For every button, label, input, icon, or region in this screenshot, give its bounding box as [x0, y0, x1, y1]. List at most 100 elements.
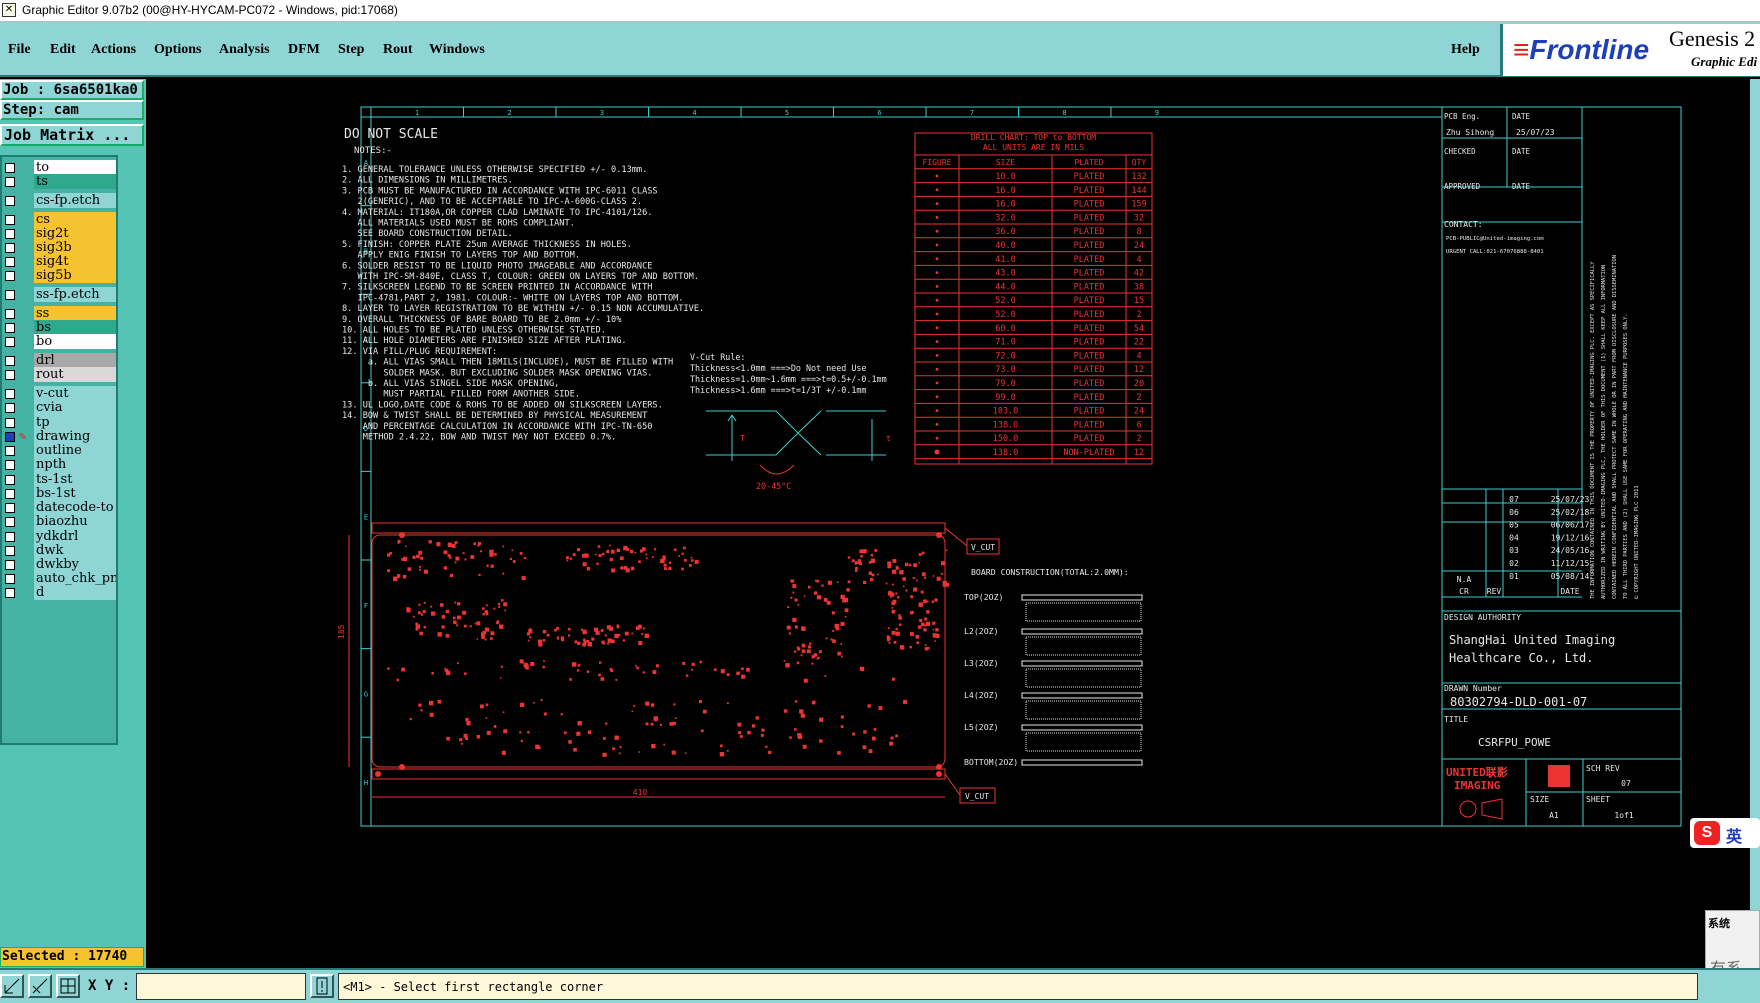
layer-name[interactable]: bo	[34, 334, 116, 349]
layer-checkbox[interactable]	[5, 517, 15, 527]
menu-edit[interactable]: Edit	[50, 42, 76, 58]
menu-dfm[interactable]: DFM	[288, 42, 320, 58]
layer-name[interactable]: bs-1st	[34, 486, 116, 501]
layer-name[interactable]: tp	[34, 415, 116, 430]
pad	[638, 751, 641, 753]
layer-name[interactable]: sig2t	[34, 226, 116, 241]
layer-name[interactable]: rout	[34, 367, 116, 382]
layer-checkbox[interactable]	[5, 337, 15, 347]
pad	[576, 731, 581, 736]
menu-options[interactable]: Options	[154, 42, 201, 58]
grid-tool-icon[interactable]	[56, 974, 80, 998]
layer-checkbox[interactable]	[5, 290, 15, 300]
layer-checkbox[interactable]	[5, 257, 15, 267]
layer-name[interactable]: drl	[34, 353, 116, 368]
layer-name[interactable]: cvia	[34, 400, 116, 415]
layer-checkbox[interactable]	[5, 177, 15, 187]
alert-icon[interactable]	[310, 974, 334, 998]
layer-name[interactable]: drawing	[34, 429, 116, 444]
job-matrix-button[interactable]: Job Matrix ...	[0, 124, 144, 146]
pad	[842, 598, 846, 603]
layer-name[interactable]: dwk	[34, 543, 116, 558]
layer-checkbox[interactable]	[5, 356, 15, 366]
pad	[574, 640, 578, 644]
layer-checkbox[interactable]	[5, 163, 15, 173]
layer-name[interactable]: cs	[34, 212, 116, 227]
layer-checkbox[interactable]	[5, 503, 15, 513]
layer-name[interactable]: ss-fp.etch	[34, 287, 116, 302]
layer-name[interactable]: biaozhu	[34, 514, 116, 529]
layer-checkbox[interactable]	[5, 309, 15, 319]
layer-name[interactable]: npth	[34, 457, 116, 472]
measure-tool-icon[interactable]	[28, 974, 52, 998]
layer-name[interactable]: ydkdrl	[34, 529, 116, 544]
layer-checkbox[interactable]	[5, 389, 15, 399]
tb-drawn-label: DRAWN Number	[1444, 684, 1502, 693]
layer-name[interactable]: datecode-to	[34, 500, 116, 515]
layer-checkbox[interactable]	[5, 460, 15, 470]
layer-name[interactable]: auto_chk_pn	[34, 571, 116, 586]
layer-name[interactable]: v-cut	[34, 386, 116, 401]
layer-name[interactable]: outline	[34, 443, 116, 458]
menu-rout[interactable]: Rout	[383, 42, 413, 58]
layer-name[interactable]: ts	[34, 174, 116, 189]
layer-checkbox[interactable]	[5, 403, 15, 413]
layer-checkbox[interactable]	[5, 489, 15, 499]
layer-name[interactable]: bs	[34, 320, 116, 335]
menu-file[interactable]: File	[8, 42, 31, 58]
menu-windows[interactable]: Windows	[429, 42, 485, 58]
layer-checkbox[interactable]	[5, 229, 15, 239]
drill-cell: PLATED	[1074, 213, 1105, 223]
layer-checkbox[interactable]	[5, 532, 15, 542]
ime-indicator[interactable]: S 英	[1690, 818, 1760, 848]
layer-checkbox[interactable]	[5, 432, 15, 442]
layer-row-cs-fp.etch[interactable]: cs-fp.etch	[2, 193, 118, 209]
layer-name[interactable]: sig3b	[34, 240, 116, 255]
graphic-canvas[interactable]: 123456789 ABCDEFGH DO NOT SCALE NOTES:- 1.…	[146, 79, 1750, 968]
drill-cell: PLATED	[1074, 338, 1105, 348]
layer-row-ts[interactable]: ts	[2, 174, 118, 190]
layer-checkbox[interactable]	[5, 215, 15, 225]
layer-row-bo[interactable]: bo	[2, 334, 118, 350]
layer-row-ss-fp.etch[interactable]: ss-fp.etch	[2, 287, 118, 303]
layer-checkbox[interactable]	[5, 196, 15, 206]
layer-checkbox[interactable]	[5, 323, 15, 333]
menu-actions[interactable]: Actions	[91, 42, 136, 58]
layer-checkbox[interactable]	[5, 243, 15, 253]
layer-checkbox[interactable]	[5, 446, 15, 456]
menu-step[interactable]: Step	[338, 42, 364, 58]
layer-checkbox[interactable]	[5, 574, 15, 584]
layer-name[interactable]: cs-fp.etch	[34, 193, 116, 208]
layer-row-npth[interactable]: npth	[2, 457, 118, 473]
drill-cell: 138.0	[993, 420, 1019, 430]
pad	[607, 642, 610, 645]
xy-coordinate-input[interactable]	[136, 973, 306, 1000]
layer-row-sig5b[interactable]: sig5b	[2, 268, 118, 284]
menu-analysis[interactable]: Analysis	[219, 42, 270, 58]
pad	[619, 746, 622, 749]
zoom-tool-icon[interactable]	[0, 974, 24, 998]
layer-name[interactable]: ts-1st	[34, 472, 116, 487]
layer-checkbox[interactable]	[5, 546, 15, 556]
layer-checkbox[interactable]	[5, 271, 15, 281]
layer-checkbox[interactable]	[5, 370, 15, 380]
layer-name[interactable]: dwkby	[34, 557, 116, 572]
layer-row-biaozhu[interactable]: biaozhu	[2, 514, 118, 530]
tb-size: A1	[1549, 811, 1559, 820]
layer-checkbox[interactable]	[5, 418, 15, 428]
drill-figure	[935, 381, 939, 385]
layer-checkbox[interactable]	[5, 560, 15, 570]
layer-row-rout[interactable]: rout	[2, 367, 118, 383]
layer-row-cvia[interactable]: cvia	[2, 400, 118, 416]
layer-name[interactable]: sig5b	[34, 268, 116, 283]
layer-name[interactable]: to	[34, 160, 116, 175]
layer-name[interactable]: ss	[34, 306, 116, 321]
layer-checkbox[interactable]	[5, 588, 15, 598]
layer-checkbox[interactable]	[5, 475, 15, 485]
tb-sch-rev-label: SCH REV	[1586, 764, 1620, 773]
menu-help[interactable]: Help	[1451, 42, 1480, 58]
layer-name[interactable]: sig4t	[34, 254, 116, 269]
pcb-drawing[interactable]: 123456789 ABCDEFGH DO NOT SCALENOTES:-1.…	[146, 79, 1750, 968]
layer-row-d[interactable]: d	[2, 585, 118, 601]
layer-name[interactable]: d	[34, 585, 116, 600]
